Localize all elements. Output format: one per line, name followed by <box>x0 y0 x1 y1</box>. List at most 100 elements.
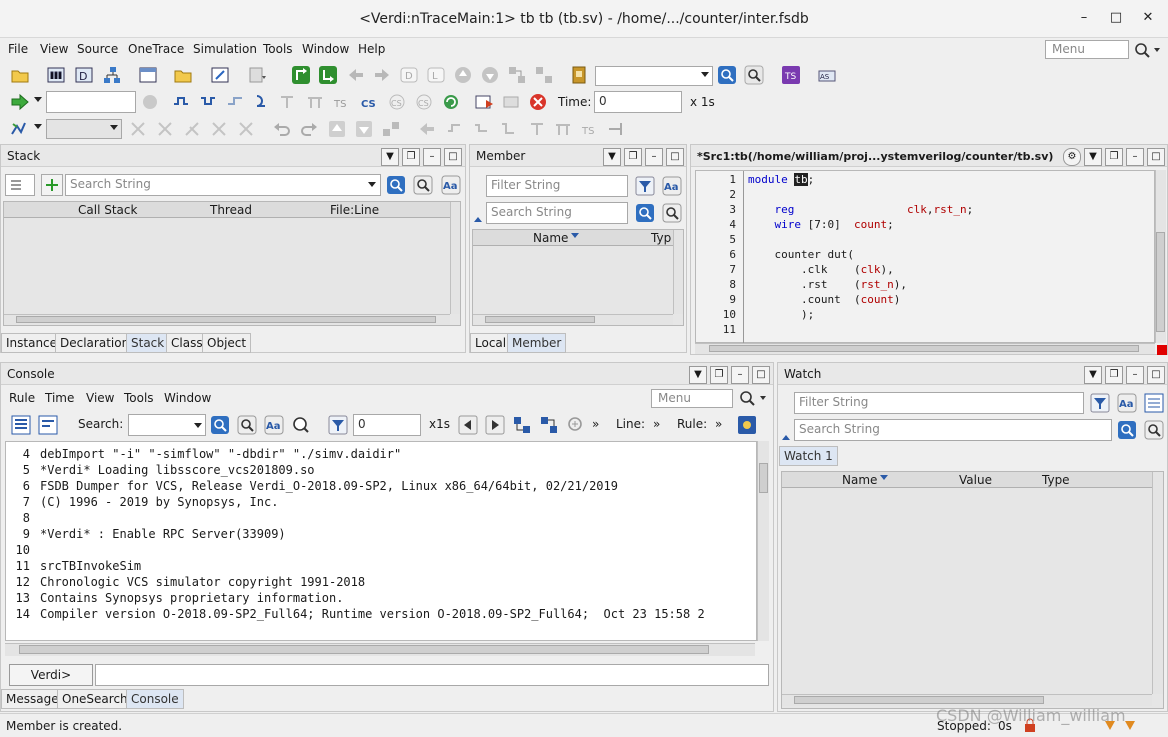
edit-icon[interactable] <box>210 65 230 85</box>
col-call-stack[interactable]: Call Stack <box>78 203 137 217</box>
disconnect-icon[interactable] <box>534 65 554 85</box>
source-line[interactable]: .rst (rst_n), <box>748 278 907 291</box>
driver-icon[interactable]: D <box>399 65 419 85</box>
reload-icon[interactable] <box>441 92 461 112</box>
fork-2-icon[interactable] <box>553 119 573 139</box>
detail-view-icon[interactable] <box>38 415 58 435</box>
source-vscroll[interactable] <box>1155 170 1166 343</box>
menu-simulation[interactable]: Simulation <box>193 42 257 56</box>
watch-hscroll[interactable] <box>782 694 1152 706</box>
design-icon[interactable]: D <box>74 65 94 85</box>
stack-search-input[interactable]: Search String <box>65 174 381 196</box>
watch-details-icon[interactable] <box>1144 393 1164 413</box>
hier-icon-1[interactable] <box>512 415 532 435</box>
watch-col-value[interactable]: Value <box>959 473 992 487</box>
more-icon-2[interactable]: » <box>653 417 660 431</box>
menu-search-icon[interactable] <box>1132 41 1162 59</box>
add-filter-icon[interactable] <box>41 174 63 196</box>
close-button[interactable]: ✕ <box>1140 10 1156 26</box>
x-gray-icon-5[interactable] <box>236 119 256 139</box>
stop-gray-icon[interactable] <box>140 92 160 112</box>
menu-window[interactable]: Window <box>302 42 349 56</box>
console-command-input[interactable] <box>95 664 769 686</box>
go-dropdown-icon[interactable] <box>34 97 42 102</box>
source-code-view[interactable]: 1 module tb; 2 3 reg clk,rst_n; 4 wire [7:0]… <box>695 170 1155 343</box>
console-menu-search-icon[interactable] <box>737 389 769 407</box>
member-minimize-icon[interactable]: – <box>645 148 663 166</box>
x-gray-icon-2[interactable] <box>155 119 175 139</box>
cs-icon[interactable]: CS <box>359 92 379 112</box>
console-minimize-icon[interactable]: – <box>731 366 749 384</box>
stack-find-next-icon[interactable] <box>413 175 433 195</box>
step-icon-5[interactable] <box>277 92 297 112</box>
connect-icon[interactable] <box>507 65 527 85</box>
find-next-icon[interactable] <box>744 65 764 85</box>
console-undock-icon[interactable]: ❐ <box>710 366 728 384</box>
member-find-icon[interactable] <box>635 203 655 223</box>
undock-icon[interactable]: ❐ <box>402 148 420 166</box>
cs-gray-icon-2[interactable]: CS <box>414 92 434 112</box>
time-input[interactable]: 0 <box>594 91 682 113</box>
watch-match-case-icon[interactable]: Aa <box>1117 393 1137 413</box>
member-search-input[interactable]: Search String <box>486 202 628 224</box>
tab-console[interactable]: Console <box>126 689 184 709</box>
watch-search-input[interactable]: Search String <box>794 419 1112 441</box>
view-options-icon[interactable] <box>5 174 35 196</box>
x-gray-icon-4[interactable] <box>209 119 229 139</box>
hier-icon-2[interactable] <box>539 415 559 435</box>
col-thread[interactable]: Thread <box>210 203 252 217</box>
tab-message[interactable]: Message <box>1 689 64 709</box>
source-line[interactable]: .count (count) <box>748 293 900 306</box>
menu-onetrace[interactable]: OneTrace <box>128 42 184 56</box>
more-icon-1[interactable]: » <box>592 417 599 431</box>
search-signal-combo[interactable] <box>595 66 713 86</box>
down-circle-icon[interactable] <box>480 65 500 85</box>
sim-command-input[interactable] <box>46 91 136 113</box>
console-menu-time[interactable]: Time <box>45 391 74 405</box>
member-vscroll[interactable] <box>673 230 683 314</box>
tab-declaration[interactable]: Declaration <box>55 333 135 353</box>
collapse-icon[interactable] <box>474 217 482 222</box>
move-down-icon[interactable] <box>354 119 374 139</box>
member-undock-icon[interactable]: ❐ <box>624 148 642 166</box>
stack-search-dropdown-icon[interactable] <box>368 182 376 187</box>
stack-find-icon[interactable] <box>386 175 406 195</box>
console-menu-search-input[interactable]: Menu <box>651 389 733 408</box>
col-file-line[interactable]: File:Line <box>330 203 379 217</box>
watch-pin-icon[interactable]: ▼ <box>1084 366 1102 384</box>
disconnect-sim-icon[interactable] <box>501 92 521 112</box>
watch-find-icon[interactable] <box>1117 420 1137 440</box>
source-line[interactable]: .clk (clk), <box>748 263 894 276</box>
paste-icon[interactable] <box>246 65 266 85</box>
member-find-next-icon[interactable] <box>662 203 682 223</box>
fanout-2-icon[interactable] <box>498 119 518 139</box>
tree-icon[interactable] <box>102 65 122 85</box>
hierarchy-icon[interactable] <box>46 65 66 85</box>
minimize-panel-icon[interactable]: – <box>423 148 441 166</box>
undo-icon[interactable] <box>272 119 292 139</box>
console-filter-icon[interactable] <box>328 415 348 435</box>
step-icon-4[interactable] <box>251 92 271 112</box>
tab-instance[interactable]: Instance <box>1 333 63 353</box>
folder-icon[interactable] <box>173 65 193 85</box>
console-menu-rule[interactable]: Rule <box>9 391 35 405</box>
fanin-icon[interactable] <box>444 119 464 139</box>
console-find-next-icon[interactable] <box>237 415 257 435</box>
watch-sort-icon[interactable] <box>880 475 888 480</box>
maximize-button[interactable]: □ <box>1108 10 1124 26</box>
watch-col-type[interactable]: Type <box>1042 473 1070 487</box>
stack-vscroll[interactable] <box>450 202 460 314</box>
move-up-icon[interactable] <box>327 119 347 139</box>
list-view-icon[interactable] <box>11 415 31 435</box>
invoke-sim-icon[interactable] <box>474 92 494 112</box>
trace-down-icon[interactable] <box>318 65 338 85</box>
cs-gray-icon[interactable]: CS <box>387 92 407 112</box>
watch-vscroll[interactable] <box>1152 472 1163 694</box>
ts-gray-icon[interactable]: TS <box>580 119 600 139</box>
more-icon-3[interactable]: » <box>715 417 722 431</box>
member-filter-input[interactable]: Filter String <box>486 175 628 197</box>
watch-filter-icon[interactable] <box>1090 393 1110 413</box>
menu-file[interactable]: File <box>8 42 28 56</box>
verdi-prompt-button[interactable]: Verdi> <box>9 664 93 686</box>
console-output[interactable]: 4 debImport "-i" "-simflow" "-dbdir" "./s… <box>5 441 757 641</box>
